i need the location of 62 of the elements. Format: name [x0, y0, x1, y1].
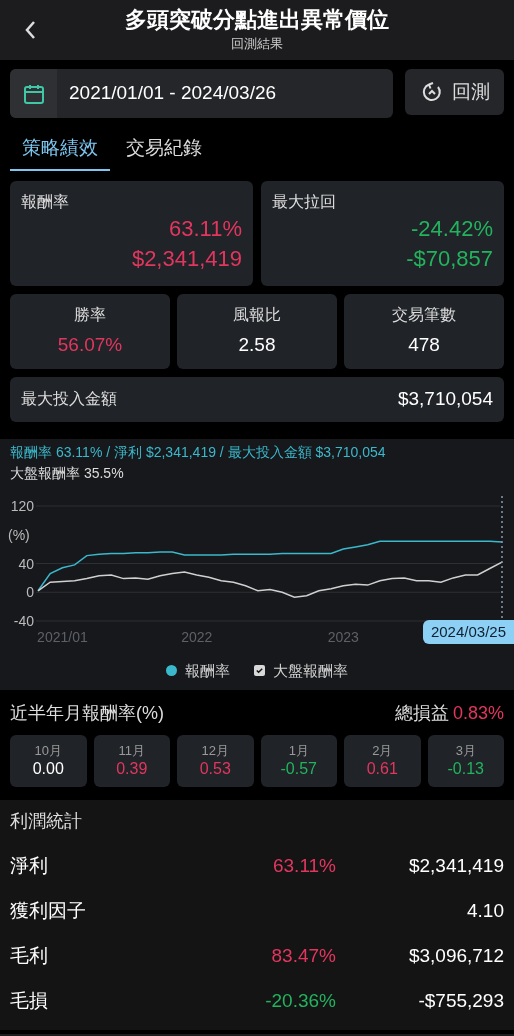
- month-label: 12月: [201, 743, 229, 759]
- stat-label: 風報比: [233, 304, 281, 325]
- month-label: 2月: [372, 743, 393, 759]
- backtest-button[interactable]: 回測: [405, 69, 504, 115]
- back-icon: [23, 19, 37, 41]
- stat-value: 56.07%: [57, 332, 123, 357]
- month-value: 0.61: [366, 759, 398, 779]
- stat-label: 淨利: [10, 854, 49, 879]
- stat-percent: 83.47%: [270, 944, 336, 969]
- stat-percent: 63.11%: [271, 854, 336, 879]
- tab[interactable]: 交易紀錄: [114, 126, 214, 171]
- month-value: -0.57: [280, 759, 317, 779]
- stat-label: 毛利: [10, 944, 49, 969]
- axis-label: 40: [18, 555, 34, 571]
- month-label: 1月: [288, 743, 309, 759]
- stat-amount: $2,341,419: [407, 854, 504, 879]
- axis-label: 2021/01: [37, 628, 88, 645]
- tab[interactable]: 策略績效: [10, 126, 110, 171]
- stat-amount: 4.10: [466, 899, 504, 924]
- section-title: 近半年月報酬率(%): [10, 702, 164, 725]
- section-title: 利潤統計: [10, 810, 83, 833]
- month-label: 11月: [118, 743, 145, 759]
- month-label: 3月: [455, 743, 476, 759]
- axis-label: 0: [26, 583, 34, 600]
- stat-label: 毛損: [10, 989, 49, 1014]
- stat-value: $3,710,054: [397, 386, 493, 411]
- axis-label: 120: [10, 497, 34, 514]
- total-value: 0.83%: [452, 702, 504, 725]
- stat-label: 交易筆數: [392, 304, 456, 325]
- stat-value: -$70,857: [406, 244, 493, 273]
- month-value: 0.53: [199, 759, 231, 779]
- stat-value: -24.42%: [411, 214, 493, 243]
- axis-label: 2022: [181, 628, 213, 645]
- total-label: 總損益: [394, 702, 449, 725]
- legend-label: 大盤報酬率: [273, 660, 348, 681]
- stat-label: 最大投入金額: [21, 389, 117, 409]
- month-value: 0.00: [32, 759, 64, 779]
- date-tooltip: 2024/03/25: [422, 619, 514, 644]
- page-title: 多頭突破分點進出異常價位: [125, 6, 389, 35]
- axis-label: -40: [13, 612, 34, 629]
- stat-value: $2,341,419: [131, 244, 242, 273]
- stat-label: 勝率: [74, 304, 106, 325]
- stat-amount: $3,096,712: [407, 944, 504, 969]
- axis-label: 2023: [327, 628, 359, 645]
- page-subtitle: 回測結果: [231, 35, 283, 54]
- axis-unit: (%): [8, 526, 30, 543]
- stat-label: 報酬率: [21, 191, 70, 212]
- stat-label: 最大拉回: [272, 191, 337, 212]
- date-range-field[interactable]: 2021/01/01 - 2024/03/26: [10, 69, 393, 118]
- month-label: 10月: [34, 743, 62, 759]
- month-value: -0.13: [447, 759, 484, 779]
- stat-amount: -$755,293: [417, 989, 504, 1014]
- legend-label: 報酬率: [185, 660, 230, 681]
- chart-summary: 報酬率 63.11% / 淨利 $2,341,419 / 最大投入金額 $3,710,054: [10, 442, 387, 462]
- stat-value: 2.58: [238, 332, 276, 357]
- stat-percent: -20.36%: [264, 989, 336, 1014]
- stat-value: 478: [408, 332, 440, 357]
- benchmark-summary: 大盤報酬率 35.5%: [10, 463, 125, 483]
- stat-label: 獲利因子: [10, 899, 87, 924]
- month-value: 0.39: [116, 759, 148, 779]
- stat-value: 63.11%: [169, 214, 242, 243]
- legend-checkbox[interactable]: [254, 665, 265, 677]
